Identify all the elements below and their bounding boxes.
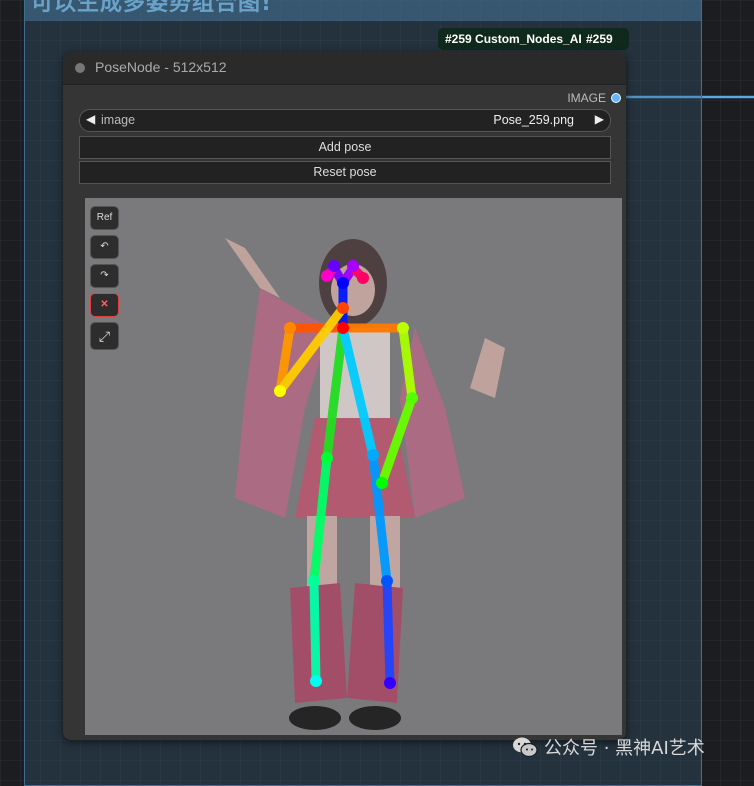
reset-pose-button[interactable]: Reset pose: [79, 161, 611, 184]
watermark: 公众号 · 黑神AI艺术: [512, 734, 705, 760]
combo-prev-icon[interactable]: ◀: [86, 112, 95, 126]
combo-label: image: [101, 113, 136, 127]
node-title: PoseNode - 512x512: [95, 59, 227, 75]
add-pose-button[interactable]: Add pose: [79, 136, 611, 159]
output-socket[interactable]: [611, 93, 621, 103]
group-title: 可以生成多姿势组合图!: [31, 0, 273, 16]
undo-icon[interactable]: ↶: [90, 235, 119, 259]
pose-node[interactable]: PoseNode - 512x512 IMAGE ◀ image Pose_25…: [63, 52, 626, 740]
node-header[interactable]: PoseNode - 512x512: [63, 52, 626, 85]
wechat-icon: [512, 736, 538, 763]
combo-value: Pose_259.png: [493, 113, 574, 127]
ref-button[interactable]: Ref: [90, 206, 119, 230]
remove-pose-icon[interactable]: ✕: [90, 293, 119, 317]
output-label: IMAGE: [567, 91, 606, 105]
expand-icon[interactable]: ⤢: [90, 322, 119, 350]
collapse-dot-icon[interactable]: [75, 63, 85, 73]
pose-canvas[interactable]: Ref ↶ ↷ ✕ ⤢: [85, 198, 622, 735]
image-combo[interactable]: ◀ image Pose_259.png ▶: [79, 109, 611, 132]
combo-next-icon[interactable]: ▶: [595, 112, 604, 126]
node-id-badge: #259: [581, 28, 629, 50]
reference-image: [225, 238, 505, 730]
redo-icon[interactable]: ↷: [90, 264, 119, 288]
pose-preview[interactable]: [85, 198, 622, 735]
node-type-badge: #259 Custom_Nodes_AI: [438, 28, 586, 50]
watermark-text: 公众号 · 黑神AI艺术: [544, 738, 705, 759]
